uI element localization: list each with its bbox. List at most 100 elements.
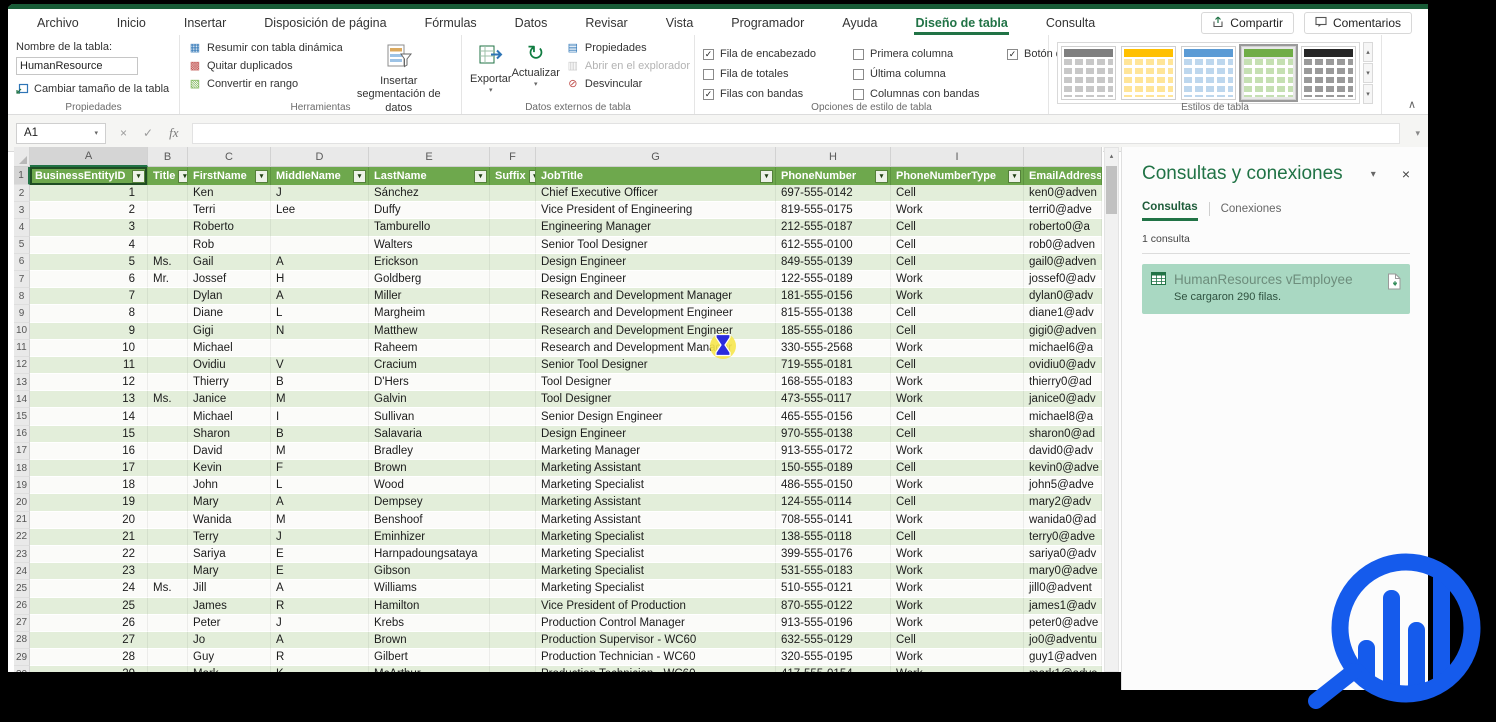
cell[interactable]: 25 xyxy=(30,597,148,615)
cell[interactable] xyxy=(490,305,536,323)
cell[interactable]: 20 xyxy=(30,511,148,529)
cell[interactable]: Raheem xyxy=(369,339,490,357)
cell[interactable] xyxy=(490,391,536,409)
cell[interactable] xyxy=(490,460,536,478)
tab-programador[interactable]: Programador xyxy=(730,12,805,35)
cell[interactable]: 417-555-0154 xyxy=(776,666,891,672)
checked-checkbox-icon[interactable]: ✓ xyxy=(703,88,714,100)
cell[interactable]: McArthur xyxy=(369,666,490,672)
cell[interactable]: 1 xyxy=(30,185,148,203)
cell[interactable] xyxy=(148,631,188,650)
cell[interactable]: Gigi xyxy=(188,322,271,340)
cell[interactable]: jill0@advent xyxy=(1024,580,1102,598)
tab-conexiones[interactable]: Conexiones xyxy=(1221,203,1282,220)
cell[interactable] xyxy=(148,236,188,254)
cell[interactable]: Krebs xyxy=(369,614,490,632)
cell[interactable]: 3 xyxy=(30,219,148,237)
cell[interactable]: 22 xyxy=(30,545,148,564)
tab-datos[interactable]: Datos xyxy=(514,12,549,35)
cell[interactable]: 28 xyxy=(30,649,148,667)
cell[interactable]: 11 xyxy=(30,356,148,375)
cell[interactable]: 10 xyxy=(30,339,148,357)
cell[interactable]: michael6@a xyxy=(1024,339,1102,357)
cell[interactable]: Galvin xyxy=(369,391,490,409)
table-style-light-gray[interactable] xyxy=(1061,46,1116,100)
cell[interactable]: Mary xyxy=(188,494,271,512)
row-number-7[interactable]: 7 xyxy=(14,270,30,289)
cell[interactable]: Sariya xyxy=(188,545,271,564)
cell[interactable]: J xyxy=(271,185,369,203)
cell[interactable]: rob0@adven xyxy=(1024,236,1102,254)
row-number-21[interactable]: 21 xyxy=(14,511,30,529)
checked-checkbox-icon[interactable]: ✓ xyxy=(1007,48,1018,60)
cell[interactable]: janice0@adv xyxy=(1024,391,1102,409)
cell[interactable]: Work xyxy=(891,477,1024,495)
row-number-12[interactable]: 12 xyxy=(14,356,30,375)
cell[interactable]: Design Engineer xyxy=(536,253,776,271)
row-number-15[interactable]: 15 xyxy=(14,408,30,426)
cell[interactable]: 150-555-0189 xyxy=(776,460,891,478)
row-number-25[interactable]: 25 xyxy=(14,580,30,598)
cell[interactable]: Work xyxy=(891,666,1024,672)
checkbox-filas-con-bandas[interactable]: ✓ Filas con bandas xyxy=(703,84,853,104)
cell[interactable]: Cell xyxy=(891,305,1024,323)
cell[interactable]: N xyxy=(271,322,369,340)
cell[interactable]: Work xyxy=(891,597,1024,615)
cell[interactable]: Wood xyxy=(369,477,490,495)
cell[interactable]: sariya0@adv xyxy=(1024,545,1102,564)
cell[interactable] xyxy=(148,202,188,220)
row-number-19[interactable]: 19 xyxy=(14,477,30,495)
cell[interactable] xyxy=(490,270,536,289)
cell[interactable]: 181-555-0156 xyxy=(776,288,891,306)
header-cell-suffix[interactable]: Suffix▾ xyxy=(490,167,536,185)
row-number-6[interactable]: 6 xyxy=(14,253,30,271)
cell[interactable] xyxy=(148,356,188,375)
cell[interactable] xyxy=(148,545,188,564)
row-number-4[interactable]: 4 xyxy=(14,219,30,237)
cell[interactable]: Roberto xyxy=(188,219,271,237)
insert-function-icon[interactable]: fx xyxy=(169,125,178,141)
gallery-up-button[interactable]: ▴ xyxy=(1363,42,1373,62)
filter-button-phonenumbertype[interactable]: ▾ xyxy=(1008,169,1021,183)
cell[interactable]: terry0@adve xyxy=(1024,528,1102,546)
column-header-D[interactable]: D xyxy=(271,147,369,167)
cell[interactable]: Williams xyxy=(369,580,490,598)
row-number-30[interactable]: 30 xyxy=(14,666,30,672)
vertical-scrollbar[interactable]: ▴ xyxy=(1104,147,1119,672)
cell[interactable]: Dempsey xyxy=(369,494,490,512)
cell[interactable]: 815-555-0138 xyxy=(776,305,891,323)
cell[interactable] xyxy=(148,322,188,340)
cell[interactable] xyxy=(271,219,369,237)
filter-button-lastname[interactable]: ▾ xyxy=(474,169,487,183)
cell[interactable] xyxy=(148,425,188,443)
row-number-18[interactable]: 18 xyxy=(14,460,30,478)
cell[interactable]: Sánchez xyxy=(369,185,490,203)
cell[interactable]: V xyxy=(271,356,369,375)
cell[interactable]: thierry0@ad xyxy=(1024,374,1102,392)
cell[interactable]: jo0@adventu xyxy=(1024,631,1102,650)
row-number-24[interactable]: 24 xyxy=(14,563,30,581)
cell[interactable] xyxy=(490,253,536,271)
cell[interactable]: Kevin xyxy=(188,460,271,478)
cell[interactable] xyxy=(148,460,188,478)
row-number-13[interactable]: 13 xyxy=(14,374,30,392)
row-number-10[interactable]: 10 xyxy=(14,322,30,340)
cell[interactable]: Benshoof xyxy=(369,511,490,529)
cell[interactable]: dylan0@adv xyxy=(1024,288,1102,306)
cell[interactable]: M xyxy=(271,391,369,409)
cell[interactable]: Diane xyxy=(188,305,271,323)
row-number-28[interactable]: 28 xyxy=(14,631,30,650)
cell[interactable]: Erickson xyxy=(369,253,490,271)
cell[interactable]: Marketing Manager xyxy=(536,442,776,460)
scrollbar-thumb[interactable] xyxy=(1106,166,1117,214)
cell[interactable]: M xyxy=(271,511,369,529)
query-list-item[interactable]: HumanResources vEmployee Se cargaron 290… xyxy=(1142,264,1410,314)
cell[interactable]: gigi0@adven xyxy=(1024,322,1102,340)
tab-inicio[interactable]: Inicio xyxy=(116,12,147,35)
cell[interactable]: 5 xyxy=(30,253,148,271)
cell[interactable]: Wanida xyxy=(188,511,271,529)
cell[interactable]: Brown xyxy=(369,460,490,478)
cell[interactable]: A xyxy=(271,253,369,271)
cell[interactable]: Hamilton xyxy=(369,597,490,615)
row-number-27[interactable]: 27 xyxy=(14,614,30,632)
